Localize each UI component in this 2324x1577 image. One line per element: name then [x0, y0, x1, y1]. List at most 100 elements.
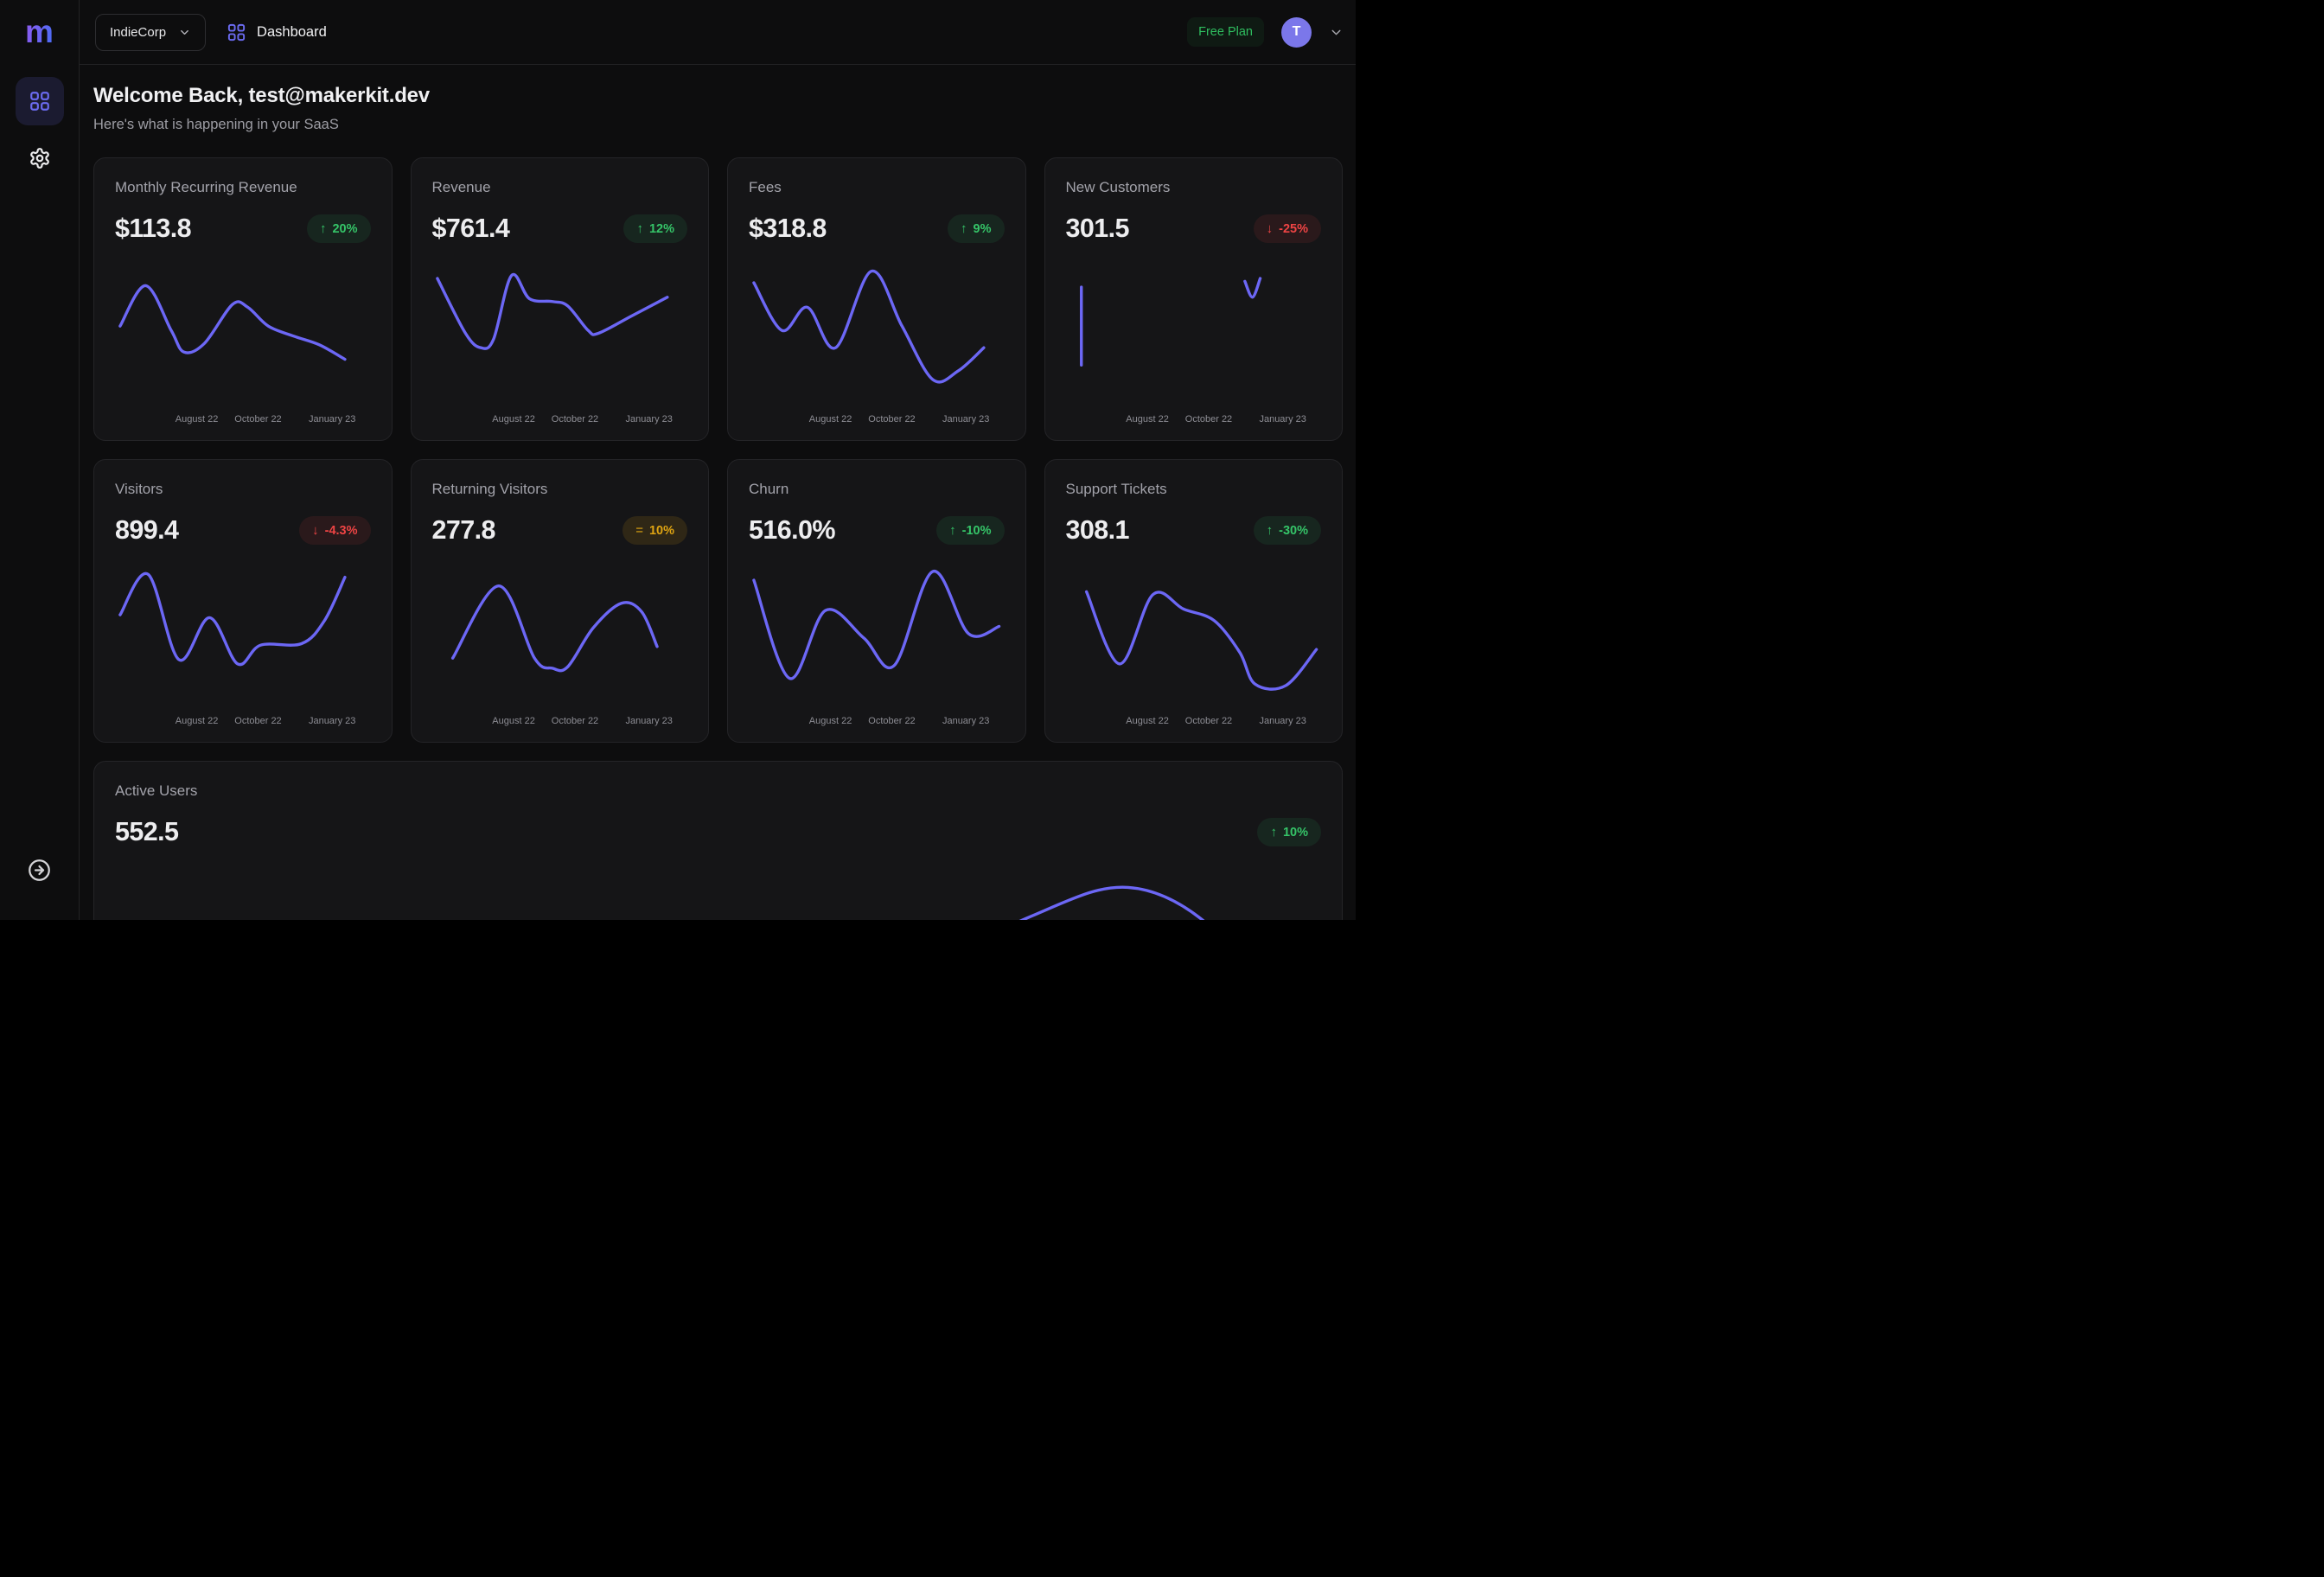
card-title: Revenue — [432, 179, 688, 196]
card-title: Fees — [749, 179, 1005, 196]
account-menu-chevron[interactable] — [1329, 25, 1344, 40]
card-title: Visitors — [115, 481, 371, 498]
axis-label: October 22 — [868, 716, 915, 726]
trend-badge: ↑ 9% — [948, 214, 1004, 243]
trend-value: -30% — [1279, 524, 1308, 538]
sidebar-item-dashboard[interactable] — [16, 77, 64, 125]
axis-label: October 22 — [234, 716, 281, 726]
org-name: IndieCorp — [110, 25, 166, 40]
sparkline-chart: August 22 October 22 January 23 — [115, 254, 371, 431]
trend-value: 9% — [974, 222, 992, 236]
trend-badge: = 10% — [622, 516, 687, 545]
sparkline-chart: August 22 October 22 January 23 — [432, 556, 688, 733]
axis-label: October 22 — [1185, 716, 1232, 726]
trend-arrow-icon: ↑ — [961, 221, 967, 236]
x-axis: August 22 October 22 January 23 — [432, 716, 688, 730]
x-axis: August 22 October 22 January 23 — [749, 716, 1005, 730]
axis-label: January 23 — [1259, 414, 1306, 425]
welcome-heading: Welcome Back, test@makerkit.dev — [93, 84, 1343, 108]
card-title: New Customers — [1066, 179, 1322, 196]
sidebar-item-settings[interactable] — [16, 134, 64, 182]
dashboard-app: m IndieCorp Dashboard Free Plan T — [0, 0, 1356, 920]
axis-label: August 22 — [492, 414, 535, 425]
card-value: 308.1 — [1066, 515, 1129, 546]
card-value: 277.8 — [432, 515, 495, 546]
sparkline-chart — [115, 858, 1321, 920]
axis-label: January 23 — [309, 414, 355, 425]
axis-label: August 22 — [1126, 414, 1169, 425]
grid-icon — [227, 22, 246, 42]
chevron-down-icon — [1329, 25, 1344, 40]
trend-value: 10% — [1283, 826, 1308, 840]
main-content: Welcome Back, test@makerkit.dev Here's w… — [80, 65, 1356, 920]
axis-label: August 22 — [809, 414, 852, 425]
sparkline-chart: August 22 October 22 January 23 — [115, 556, 371, 733]
axis-label: January 23 — [625, 414, 672, 425]
trend-badge: ↑ 10% — [1257, 818, 1321, 846]
trend-badge: ↓ -25% — [1254, 214, 1321, 243]
axis-label: August 22 — [176, 716, 219, 726]
sparkline-chart: August 22 October 22 January 23 — [749, 254, 1005, 431]
collapse-sidebar-icon[interactable] — [28, 859, 51, 882]
axis-label: October 22 — [1185, 414, 1232, 425]
stat-card-returning-visitors: Returning Visitors 277.8 = 10% August 22… — [411, 459, 710, 743]
axis-label: August 22 — [809, 716, 852, 726]
x-axis: August 22 October 22 January 23 — [115, 414, 371, 428]
top-header: IndieCorp Dashboard Free Plan T — [80, 0, 1356, 65]
axis-label: August 22 — [492, 716, 535, 726]
chevron-down-icon — [178, 26, 191, 39]
trend-badge: ↑ -10% — [936, 516, 1004, 545]
axis-label: October 22 — [552, 716, 598, 726]
axis-label: August 22 — [1126, 716, 1169, 726]
axis-label: October 22 — [234, 414, 281, 425]
breadcrumb: Dashboard — [227, 22, 327, 42]
page-title: Dashboard — [257, 24, 327, 41]
stat-card-support-tickets: Support Tickets 308.1 ↑ -30% August 22 O… — [1044, 459, 1344, 743]
trend-value: -4.3% — [325, 524, 358, 538]
org-switcher-button[interactable]: IndieCorp — [95, 14, 206, 51]
plan-badge: Free Plan — [1187, 17, 1264, 47]
trend-value: 10% — [649, 524, 674, 538]
stat-card-churn: Churn 516.0% ↑ -10% August 22 October 22… — [727, 459, 1026, 743]
trend-value: 12% — [649, 222, 674, 236]
sparkline-chart: August 22 October 22 January 23 — [1066, 556, 1322, 733]
sidebar: m — [0, 0, 80, 920]
card-value: $318.8 — [749, 214, 827, 244]
card-value: $761.4 — [432, 214, 510, 244]
avatar[interactable]: T — [1281, 17, 1312, 48]
trend-value: -25% — [1279, 222, 1308, 236]
makerkit-logo: m — [25, 16, 54, 48]
card-title: Active Users — [115, 782, 1321, 800]
axis-label: January 23 — [625, 716, 672, 726]
trend-arrow-icon: ↑ — [636, 221, 643, 236]
card-title: Churn — [749, 481, 1005, 498]
trend-arrow-icon: ↑ — [1270, 825, 1277, 840]
axis-label: January 23 — [942, 414, 989, 425]
trend-arrow-icon: ↑ — [320, 221, 327, 236]
card-title: Monthly Recurring Revenue — [115, 179, 371, 196]
x-axis: August 22 October 22 January 23 — [432, 414, 688, 428]
stat-card-new-customers: New Customers 301.5 ↓ -25% August 22 Oct… — [1044, 157, 1344, 441]
welcome-subtitle: Here's what is happening in your SaaS — [93, 117, 1343, 133]
trend-badge: ↑ -30% — [1254, 516, 1321, 545]
axis-label: January 23 — [942, 716, 989, 726]
stats-grid: Monthly Recurring Revenue $113.8 ↑ 20% A… — [93, 157, 1343, 920]
stat-card-active-users: Active Users 552.5 ↑ 10% — [93, 761, 1343, 920]
trend-badge: ↑ 12% — [623, 214, 687, 243]
trend-arrow-icon: ↓ — [1267, 221, 1274, 236]
stat-card-visitors: Visitors 899.4 ↓ -4.3% August 22 October… — [93, 459, 393, 743]
x-axis: August 22 October 22 January 23 — [1066, 716, 1322, 730]
x-axis: August 22 October 22 January 23 — [749, 414, 1005, 428]
grid-icon — [29, 90, 51, 112]
stat-card-monthly-recurring-revenue: Monthly Recurring Revenue $113.8 ↑ 20% A… — [93, 157, 393, 441]
sparkline-chart: August 22 October 22 January 23 — [432, 254, 688, 431]
trend-value: 20% — [332, 222, 357, 236]
sparkline-chart: August 22 October 22 January 23 — [749, 556, 1005, 733]
stat-card-fees: Fees $318.8 ↑ 9% August 22 October 22 Ja… — [727, 157, 1026, 441]
stat-card-revenue: Revenue $761.4 ↑ 12% August 22 October 2… — [411, 157, 710, 441]
trend-arrow-icon: ↑ — [1267, 523, 1274, 538]
sparkline-chart: August 22 October 22 January 23 — [1066, 254, 1322, 431]
axis-label: January 23 — [309, 716, 355, 726]
trend-arrow-icon: ↑ — [949, 523, 956, 538]
card-title: Returning Visitors — [432, 481, 688, 498]
